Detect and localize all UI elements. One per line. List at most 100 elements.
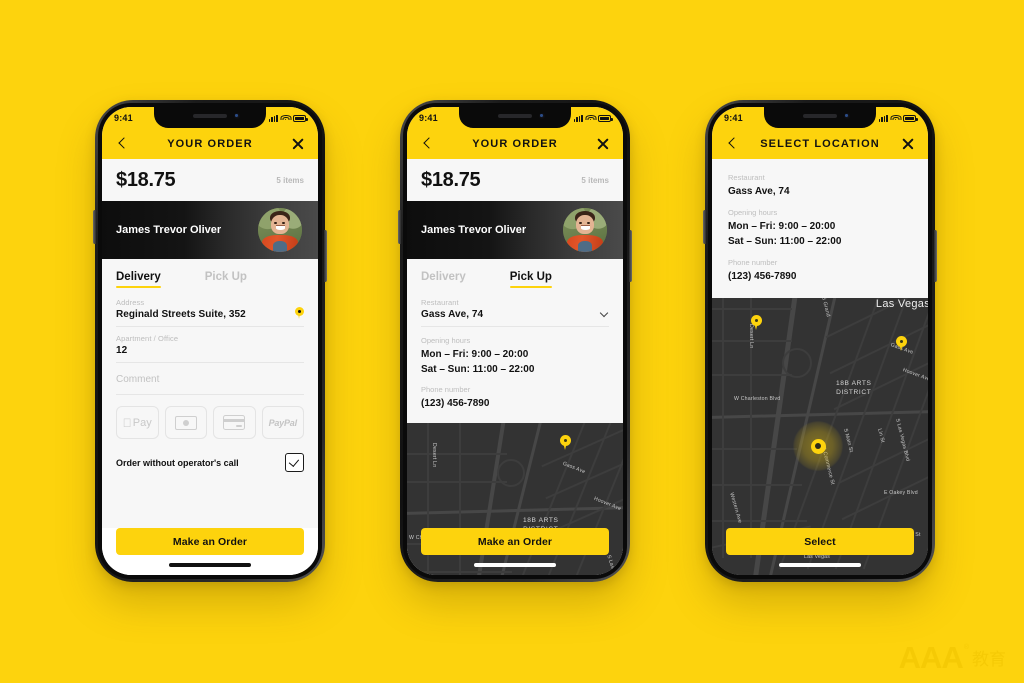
delivery-method-tabs: Delivery Pick Up: [407, 259, 623, 288]
close-button[interactable]: [290, 136, 306, 152]
phone-number-group: Phone number (123) 456-7890: [421, 385, 609, 411]
chevron-down-icon[interactable]: [601, 310, 608, 317]
order-total-amount: $18.75: [421, 168, 481, 191]
address-field[interactable]: Address Reginald Streets Suite, 352: [116, 298, 304, 327]
payment-paypal[interactable]: PayPal: [261, 406, 304, 439]
address-label: Address: [116, 298, 145, 307]
home-indicator[interactable]: [779, 563, 861, 567]
make-order-button[interactable]: Make an Order: [116, 528, 304, 555]
comment-field[interactable]: Comment: [116, 370, 304, 395]
nav-bar: YOUR ORDER: [102, 128, 318, 159]
status-time: 9:41: [724, 113, 743, 123]
user-bar[interactable]: James Trevor Oliver: [102, 201, 318, 259]
payment-cash[interactable]: [164, 406, 207, 439]
paypal-label: PayPal: [268, 417, 298, 428]
payment-card[interactable]: [213, 406, 256, 439]
phone3-cta-wrap: Select: [712, 528, 928, 555]
phone-number-label: Phone number: [421, 385, 471, 394]
map-street-gass: Gass Ave: [561, 460, 586, 476]
tab-delivery[interactable]: Delivery: [421, 271, 466, 288]
tab-pickup[interactable]: Pick Up: [509, 271, 553, 288]
status-indicators: [573, 114, 613, 122]
map-pin[interactable]: [896, 336, 907, 351]
earpiece-speaker: [193, 114, 227, 118]
wifi-icon: [280, 114, 291, 122]
location-info-panel: Restaurant Gass Ave, 74 Opening hours Mo…: [712, 159, 928, 298]
signal-icon: [268, 114, 278, 122]
battery-icon: [903, 114, 918, 122]
map-pin[interactable]: [560, 435, 571, 450]
nav-bar: SELECT LOCATION: [712, 128, 928, 159]
apple-pay-label: Pay: [128, 416, 152, 429]
back-button[interactable]: [114, 136, 130, 152]
opening-hours-group: Opening hours Mon – Fri: 9:00 – 20:00 Sa…: [421, 336, 609, 377]
map-pin[interactable]: [751, 315, 762, 330]
battery-icon: [293, 114, 308, 122]
apple-logo-icon: : [123, 417, 132, 429]
restaurant-select[interactable]: Restaurant Gass Ave, 74: [421, 298, 609, 327]
user-name: James Trevor Oliver: [421, 223, 527, 236]
restaurant-group: Restaurant Gass Ave, 74: [728, 173, 912, 199]
payment-apple-pay[interactable]: Pay: [116, 406, 159, 439]
make-order-button[interactable]: Make an Order: [421, 528, 609, 555]
banknote-icon: [174, 415, 197, 430]
opening-hours-weekend: Sat – Sun: 11:00 – 22:00: [421, 364, 535, 375]
restaurant-label: Restaurant: [728, 173, 765, 182]
apartment-field[interactable]: Apartment / Office 12: [116, 334, 304, 363]
battery-icon: [598, 114, 613, 122]
phone2-screen: 9:41 YOUR ORDER $18.75 5 items James Tre…: [407, 107, 623, 575]
order-total-amount: $18.75: [116, 168, 176, 191]
phone-number-value: (123) 456-7890: [728, 271, 797, 282]
opening-hours-group: Opening hours Mon – Fri: 9:00 – 20:00 Sa…: [728, 208, 912, 249]
phone-mockup-2: 9:41 YOUR ORDER $18.75 5 items James Tre…: [398, 100, 632, 582]
delivery-method-tabs: Delivery Pick Up: [102, 259, 318, 288]
opening-hours-label: Opening hours: [728, 208, 778, 217]
map-district-label: 18B ARTS DISTRICT: [836, 380, 872, 396]
watermark: AAA ® 教育: [898, 639, 1006, 675]
order-total-bar: $18.75 5 items: [102, 159, 318, 201]
operator-call-option[interactable]: Order without operator's call: [116, 453, 304, 472]
opening-hours-label: Opening hours: [421, 336, 471, 345]
front-camera-icon: [539, 113, 545, 119]
map-city-label: Las Vegas: [875, 298, 928, 310]
back-button[interactable]: [724, 136, 740, 152]
map-street-desert: Desert Ln: [431, 443, 437, 468]
user-bar[interactable]: James Trevor Oliver: [407, 201, 623, 259]
home-indicator[interactable]: [169, 563, 251, 567]
page-title: SELECT LOCATION: [760, 137, 880, 150]
selected-location-marker[interactable]: [793, 421, 843, 471]
credit-card-icon: [223, 415, 246, 430]
avatar: [258, 208, 302, 252]
payment-methods: Pay PayPal: [116, 406, 304, 439]
notch: [459, 107, 571, 128]
opening-hours-weekday: Mon – Fri: 9:00 – 20:00: [728, 221, 836, 232]
delivery-form: Address Reginald Streets Suite, 352 Apar…: [102, 288, 318, 472]
wifi-icon: [585, 114, 596, 122]
phone1-screen: 9:41 YOUR ORDER $18.75 5 items James Tre…: [102, 107, 318, 575]
home-indicator-area: [712, 555, 928, 575]
watermark-brand: AAA: [898, 639, 964, 675]
status-indicators: [268, 114, 308, 122]
pickup-form: Restaurant Gass Ave, 74 Opening hours Mo…: [407, 288, 623, 423]
order-total-bar: $18.75 5 items: [407, 159, 623, 201]
opening-hours-weekday: Mon – Fri: 9:00 – 20:00: [421, 349, 529, 360]
status-indicators: [878, 114, 918, 122]
poster-canvas: 9:41 YOUR ORDER $18.75 5 items James Tre…: [0, 0, 1024, 683]
tab-delivery[interactable]: Delivery: [116, 271, 161, 288]
close-button[interactable]: [595, 136, 611, 152]
home-indicator[interactable]: [474, 563, 556, 567]
phone-number-value: (123) 456-7890: [421, 398, 490, 409]
tab-pickup[interactable]: Pick Up: [205, 271, 247, 288]
phone1-cta-wrap: Make an Order: [102, 528, 318, 555]
phone-mockup-3: 9:41 SELECT LOCATION Restaurant Gass Ave…: [703, 100, 937, 582]
map-pin-icon[interactable]: [295, 307, 304, 319]
home-indicator-area: [102, 555, 318, 575]
signal-icon: [573, 114, 583, 122]
close-button[interactable]: [900, 136, 916, 152]
back-button[interactable]: [419, 136, 435, 152]
select-button[interactable]: Select: [726, 528, 914, 555]
operator-call-checkbox[interactable]: [285, 453, 304, 472]
phone1-content: Delivery Pick Up Address Reginald Street…: [102, 259, 318, 528]
notch: [154, 107, 266, 128]
earpiece-speaker: [803, 114, 837, 118]
